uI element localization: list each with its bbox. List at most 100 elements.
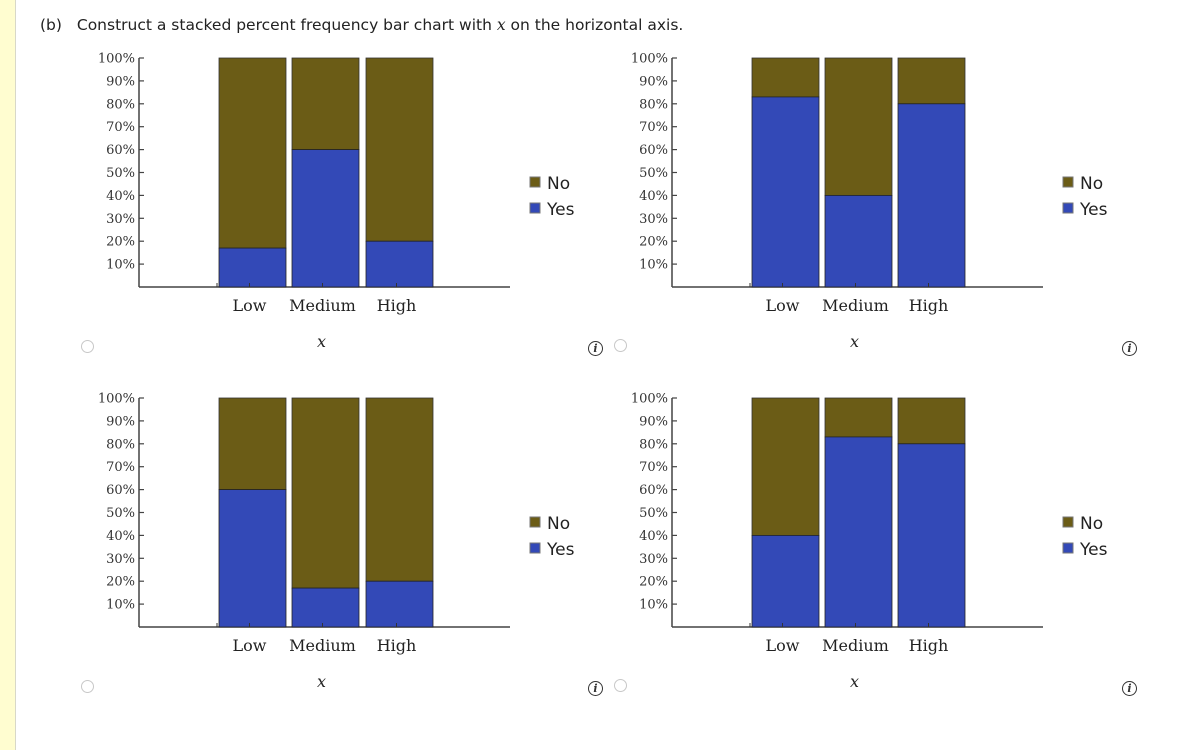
y-tick-label: 90%: [639, 414, 668, 429]
bar-segment-no-high: [365, 57, 434, 242]
bar-segment-yes-low: [751, 535, 820, 628]
y-tick-label: 70%: [639, 120, 668, 135]
y-tick-label: 40%: [106, 529, 135, 544]
option-c-info-icon[interactable]: i: [588, 681, 603, 696]
y-tick-label: 60%: [106, 483, 135, 498]
bar-segment-no-medium: [824, 57, 893, 196]
x-axis-title: x: [317, 672, 326, 691]
x-category-label: High: [377, 636, 417, 655]
y-tick-label: 40%: [639, 529, 668, 544]
stacked-bar-chart-3: 10% 20% 30% 40% 50% 60% 70% 80% 90% 100% Low Medium…: [98, 392, 575, 692]
y-tick-label: 50%: [639, 166, 668, 181]
y-tick-label: 70%: [106, 120, 135, 135]
option-d-radio-button[interactable]: [614, 679, 627, 692]
bar-segment-yes-medium: [824, 194, 893, 288]
chart-options-canvas: 10% 20% 30% 40% 50% 60% 70% 80% 90% 100% Low Medium…: [98, 52, 1108, 692]
legend-label-yes: Yes: [546, 200, 575, 220]
y-tick-label: 50%: [639, 506, 668, 521]
legend-swatch-yes: [529, 202, 541, 214]
bar-segment-no-low: [218, 397, 287, 490]
option-d-info-icon[interactable]: i: [1122, 681, 1137, 696]
legend: No Yes: [1062, 174, 1108, 220]
x-category-label: Medium: [289, 296, 356, 315]
stacked-bar-chart-1: 10% 20% 30% 40% 50% 60% 70% 80% 90% 100% Low Medium…: [98, 52, 575, 352]
y-tick-label: 30%: [639, 552, 668, 567]
y-tick-label: 20%: [639, 235, 668, 250]
y-tick-label: 50%: [106, 506, 135, 521]
y-tick-label: 40%: [106, 189, 135, 204]
bar-segment-no-medium: [291, 57, 360, 150]
bar-segment-no-low: [751, 57, 820, 98]
bar-segment-no-high: [365, 397, 434, 582]
bar-segment-yes-high: [897, 103, 966, 288]
bar-segment-no-high: [897, 397, 966, 445]
option-b-info-icon[interactable]: i: [1122, 341, 1137, 356]
y-tick-label: 20%: [106, 575, 135, 590]
y-tick-label: 40%: [639, 189, 668, 204]
bar-segment-yes-low: [218, 489, 287, 628]
y-tick-label: 60%: [106, 143, 135, 158]
stacked-bar-chart-2: 10% 20% 30% 40% 50% 60% 70% 80% 90% 100% Low Medium…: [631, 52, 1108, 352]
legend-label-no: No: [547, 174, 570, 194]
legend-swatch-no: [529, 516, 541, 528]
y-tick-label: 20%: [106, 235, 135, 250]
bar-segment-yes-high: [365, 580, 434, 628]
bar-segment-yes-medium: [824, 436, 893, 628]
bar-segment-yes-medium: [291, 587, 360, 628]
legend-label-no: No: [1080, 514, 1103, 534]
y-tick-label: 100%: [631, 392, 668, 407]
legend-label-yes: Yes: [546, 540, 575, 560]
x-category-label: Medium: [822, 636, 889, 655]
y-tick-label: 80%: [106, 437, 135, 452]
y-tick-label: 60%: [639, 143, 668, 158]
y-tick-label: 80%: [639, 437, 668, 452]
x-category-label: High: [377, 296, 417, 315]
legend: No Yes: [1062, 514, 1108, 560]
legend-label-yes: Yes: [1079, 540, 1108, 560]
x-category-label: Low: [766, 636, 800, 655]
legend-swatch-no: [1062, 516, 1074, 528]
option-a-info-icon[interactable]: i: [588, 341, 603, 356]
x-category-label: Low: [233, 636, 267, 655]
option-a-radio-button[interactable]: [81, 340, 94, 353]
y-tick-label: 30%: [106, 552, 135, 567]
bar-segment-no-high: [897, 57, 966, 105]
x-category-label: Medium: [289, 636, 356, 655]
legend-label-yes: Yes: [1079, 200, 1108, 220]
legend-swatch-no: [1062, 176, 1074, 188]
stacked-bar-chart-4: 10% 20% 30% 40% 50% 60% 70% 80% 90% 100% Low Medium…: [631, 392, 1108, 692]
y-tick-label: 60%: [639, 483, 668, 498]
legend-swatch-no: [529, 176, 541, 188]
bar-segment-no-low: [751, 397, 820, 536]
y-tick-label: 10%: [639, 598, 668, 613]
legend: No Yes: [529, 514, 575, 560]
bar-segment-yes-high: [365, 240, 434, 288]
y-tick-label: 30%: [106, 212, 135, 227]
x-category-label: Medium: [822, 296, 889, 315]
y-tick-label: 90%: [106, 414, 135, 429]
bar-segment-yes-low: [218, 247, 287, 288]
y-tick-label: 30%: [639, 212, 668, 227]
y-tick-label: 90%: [639, 74, 668, 89]
bar-segment-no-low: [218, 57, 287, 249]
legend: No Yes: [529, 174, 575, 220]
y-tick-label: 90%: [106, 74, 135, 89]
legend-swatch-yes: [529, 542, 541, 554]
y-tick-label: 20%: [639, 575, 668, 590]
y-tick-label: 80%: [639, 97, 668, 112]
bar-segment-yes-low: [751, 96, 820, 288]
bar-segment-no-medium: [824, 397, 893, 438]
x-axis-title: x: [850, 332, 859, 351]
y-tick-label: 10%: [106, 598, 135, 613]
x-category-label: Low: [766, 296, 800, 315]
x-category-label: High: [909, 636, 949, 655]
y-tick-label: 100%: [98, 52, 135, 67]
y-tick-label: 10%: [639, 258, 668, 273]
legend-swatch-yes: [1062, 542, 1074, 554]
y-tick-label: 80%: [106, 97, 135, 112]
option-b-radio-button[interactable]: [614, 339, 627, 352]
y-tick-label: 70%: [639, 460, 668, 475]
option-c-radio-button[interactable]: [81, 680, 94, 693]
y-tick-label: 50%: [106, 166, 135, 181]
y-tick-label: 10%: [106, 258, 135, 273]
